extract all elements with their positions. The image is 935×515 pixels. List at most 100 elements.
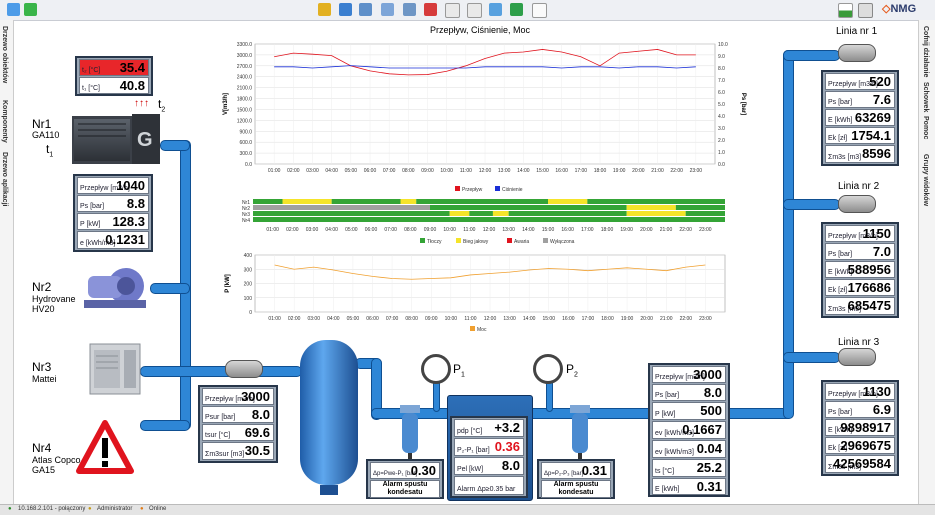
chart1-legend-label: Ciśnienie	[502, 187, 523, 193]
line1-cost-cell: Ek [zł] 1754.1	[825, 127, 895, 144]
chart2-legend-swatch	[507, 238, 512, 243]
compressor-nr3-image[interactable]	[88, 342, 142, 396]
refresh-icon[interactable]	[339, 3, 352, 16]
chart2-legend-label: Awaria	[514, 239, 529, 245]
line2-flow-value: 1150	[862, 226, 891, 241]
chart1-y2-tick: 5.0	[718, 102, 725, 108]
power-chart: 0 100 200 300 400 01:00 02:00 03:00 04:00 05:00 06…	[225, 253, 726, 333]
chart2-x-tick: 11:00	[463, 227, 475, 233]
tools-icon[interactable]	[318, 3, 331, 16]
chart2-x-tick: 03:00	[306, 227, 319, 233]
chart3-x-tick: 18:00	[601, 316, 614, 322]
air-tank[interactable]	[298, 330, 360, 498]
chart1-x-tick: 11:00	[460, 168, 472, 174]
window-icon[interactable]	[858, 3, 873, 18]
chart1-y2-tick: 10.0	[718, 42, 728, 48]
compressor-nr3-model: Mattei	[32, 374, 57, 384]
nr1-ps-label: Ps [bar]	[80, 203, 105, 210]
sidebar-tab-view-groups[interactable]: Grupy widoków	[922, 154, 929, 206]
collector-tsur-label: tsur [°C]	[205, 432, 231, 439]
chart2-x-tick: 14:00	[522, 227, 535, 233]
monitor-icon[interactable]	[359, 3, 372, 16]
t1-label: t1	[46, 142, 53, 158]
home-icon[interactable]	[7, 3, 20, 16]
chart3-x-tick: 11:00	[464, 316, 476, 322]
filter-right-alarm[interactable]: Alarm spustu kondesatu	[541, 480, 611, 498]
chart3-legend-label: Moc	[477, 327, 487, 333]
warning-sign[interactable]	[76, 420, 134, 474]
chart2-segment	[492, 211, 509, 216]
sidebar-tab-components[interactable]: Komponenty	[1, 100, 8, 143]
line1-ps-label: Ps [bar]	[828, 99, 853, 106]
temp-t2-label: t₂ [°C]	[82, 67, 101, 74]
line3-energy-cell: E [kWh] 9898917	[825, 419, 895, 436]
brand-name: NMG	[890, 3, 917, 15]
nr1-power-label: P [kW]	[80, 221, 101, 228]
line2-volume-cell: Σm3s [m3] 685475	[825, 297, 895, 315]
line2-cost-value: 176686	[847, 280, 891, 295]
chart1-legend-swatch	[495, 186, 500, 191]
pipe-nr3	[140, 366, 302, 377]
compressor-nr1-image[interactable]: G	[70, 110, 162, 166]
compressor-nr2-image[interactable]	[80, 262, 152, 312]
line1-ps-cell: Ps [bar] 7.6	[825, 91, 895, 108]
p1-subscript: 1	[461, 371, 465, 379]
dryer-alarm-cell[interactable]: Alarm Δp≥0.35 bar	[454, 476, 524, 495]
line3-title: Linia nr 3	[838, 337, 880, 348]
chart1-x-tick: 01:00	[268, 168, 281, 174]
chart3-y-tick: 0	[249, 310, 252, 316]
t2-label: t2	[158, 97, 165, 113]
filter-left[interactable]	[398, 405, 422, 461]
connection-icon: ●	[8, 506, 12, 512]
dryer-dp-value: 0.36	[494, 439, 520, 454]
chart2-x-tick: 21:00	[660, 227, 673, 233]
chart2-x-tick: 23:00	[699, 227, 712, 233]
report-icon[interactable]	[445, 3, 460, 18]
sidebar-tab-object-tree[interactable]: Drzewo obiektów	[1, 26, 8, 83]
sidebar-tab-clipboard[interactable]: Schowek	[922, 82, 929, 112]
up-arrow-icon[interactable]	[24, 3, 37, 16]
pipe-line1	[783, 50, 840, 61]
collector-volume-label: Σm3sur [m3]	[205, 451, 245, 458]
line3-cost-value: 2969675	[840, 438, 891, 453]
nr1-power-value: 128.3	[112, 214, 145, 229]
filter-right[interactable]	[568, 405, 592, 461]
pressure-gauge-p1[interactable]	[421, 354, 451, 384]
output-power-cell: P [kW] 500	[652, 402, 726, 420]
chart3-x-tick: 02:00	[288, 316, 301, 322]
chart3-x-tick: 23:00	[699, 316, 712, 322]
compressor-nr1-name: Nr1	[32, 117, 52, 131]
chart2-x-tick: 12:00	[483, 227, 496, 233]
sidebar-tab-undo[interactable]: Cofnij działanie	[922, 26, 929, 77]
zoom-icon[interactable]	[403, 3, 416, 16]
chart1-x-tick: 08:00	[402, 168, 415, 174]
globe-icon[interactable]	[510, 3, 523, 16]
document-icon[interactable]	[532, 3, 547, 18]
chart-icon[interactable]	[489, 3, 502, 16]
filter-left-alarm[interactable]: Alarm spustu kondesatu	[370, 480, 440, 498]
sidebar-tab-help[interactable]: Pomoc	[922, 116, 929, 139]
screen-icon[interactable]	[381, 3, 394, 16]
flow-pressure-chart: 0.0 300.0 600.0 900.0 1200.0 1500.0 1800.0 2100…	[223, 42, 746, 193]
alarm-icon[interactable]	[424, 3, 437, 16]
chart1-x-tick: 17:00	[575, 168, 588, 174]
chart1-y-tick: 1500.0	[237, 107, 253, 113]
output-energy-label: E [kWh]	[655, 486, 680, 493]
table-icon[interactable]	[467, 3, 482, 18]
output-power-label: P [kW]	[655, 411, 676, 418]
sidebar-tab-app-tree[interactable]: Drzewo aplikacji	[1, 152, 8, 206]
output-ev2-cell: ev [kWh/m3] 0.04	[652, 440, 726, 458]
line3-volume-cell: Σm3s [m3] 42569584	[825, 455, 895, 473]
chart3-x-tick: 04:00	[327, 316, 340, 322]
chart3-x-tick: 08:00	[405, 316, 418, 322]
flag-icon[interactable]	[838, 3, 853, 18]
chart3-x-tick: 12:00	[484, 316, 497, 322]
chart2-segment	[508, 211, 627, 216]
chart2-segment	[282, 199, 332, 204]
line1-panel: Przepływ [m3/h] 520 Ps [bar] 7.6 E [kWh] 63…	[821, 70, 899, 166]
dryer-pdp-cell: pdp [°C] +3.2	[454, 419, 524, 437]
pressure-gauge-p2[interactable]	[533, 354, 563, 384]
chart1-y-tick: 1800.0	[237, 97, 253, 103]
output-ts-cell: ts [°C] 25.2	[652, 459, 726, 477]
chart2-legend-swatch	[456, 238, 461, 243]
